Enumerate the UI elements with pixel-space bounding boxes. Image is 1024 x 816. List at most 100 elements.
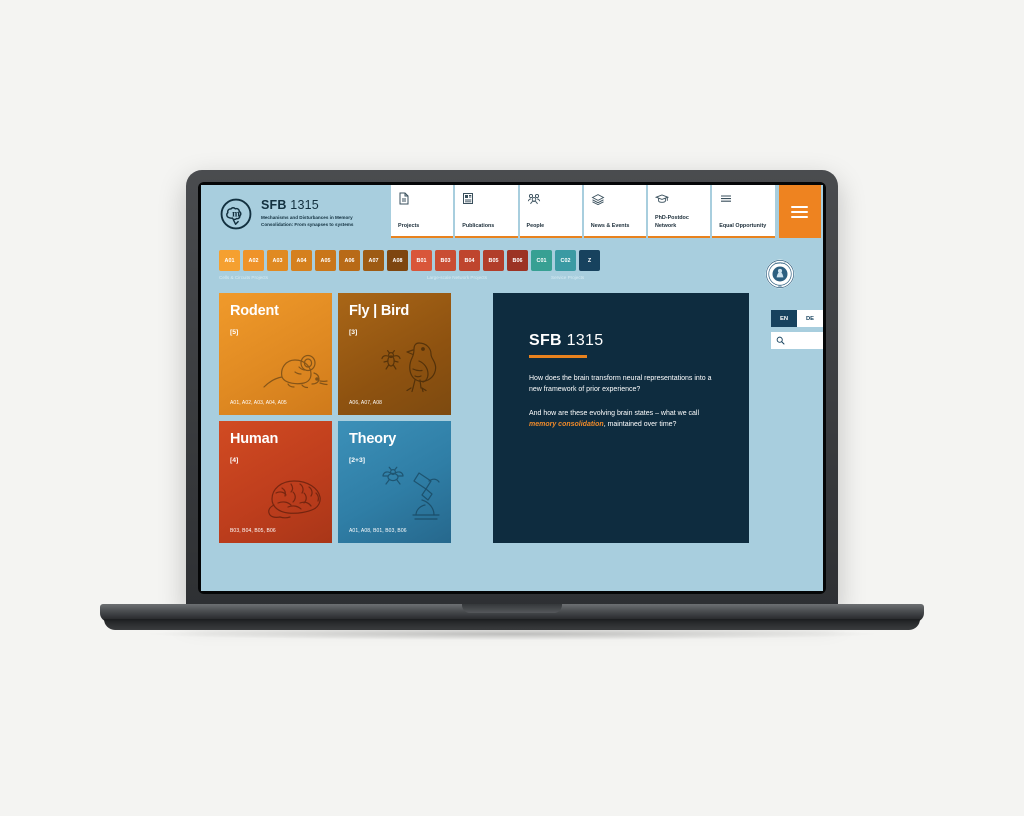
svg-text:UNIVERSITÄT: UNIVERSITÄT bbox=[774, 262, 787, 265]
list-lines-icon bbox=[719, 192, 768, 208]
svg-text:m: m bbox=[232, 210, 240, 220]
card-title: Rodent bbox=[230, 303, 279, 319]
card-flybird[interactable]: Fly | Bird [3] A06, A07, A08 bbox=[338, 293, 451, 415]
card-theory[interactable]: Theory [2+3] A01, A08, B01, B03, B06 bbox=[338, 421, 451, 543]
microscope-illustration-icon bbox=[382, 466, 440, 520]
project-tag-a07[interactable]: A07 bbox=[363, 250, 384, 271]
nav-item-projects[interactable]: Projects bbox=[391, 185, 454, 238]
book-icon bbox=[462, 192, 511, 208]
project-tag-a02[interactable]: A02 bbox=[243, 250, 264, 271]
card-title: Fly | Bird bbox=[349, 303, 410, 319]
laptop-notch bbox=[462, 604, 562, 613]
search-icon bbox=[776, 336, 785, 345]
bird-and-fly-illustration-icon bbox=[381, 342, 437, 393]
project-tag-a05[interactable]: A05 bbox=[315, 250, 336, 271]
nav-label: Projects bbox=[398, 222, 420, 229]
hero-paragraph-2: And how are these evolving brain states … bbox=[529, 408, 719, 431]
language-button-de[interactable]: DE bbox=[797, 310, 823, 327]
hero-panel: SFB 1315 How does the brain transform ne… bbox=[493, 293, 749, 543]
nav-label: PhD-Postdoc Network bbox=[655, 215, 689, 229]
card-projects: A01, A02, A03, A04, A05 bbox=[230, 400, 287, 406]
card-projects: A06, A07, A08 bbox=[349, 400, 382, 406]
card-title: Human bbox=[230, 431, 279, 447]
project-tag-b06[interactable]: B06 bbox=[507, 250, 528, 271]
project-tag-a08[interactable]: A08 bbox=[387, 250, 408, 271]
hero-title-number: 1315 bbox=[566, 332, 604, 349]
brand-subtitle: Mechanisms and Disturbances in Memory Co… bbox=[261, 214, 354, 227]
hero-paragraph-1: How does the brain transform neural repr… bbox=[529, 374, 712, 394]
mouse-illustration-icon bbox=[263, 354, 328, 389]
nav-label: People bbox=[526, 222, 545, 229]
project-tag-a04[interactable]: A04 bbox=[291, 250, 312, 271]
card-human[interactable]: Human [4] B03, B04, B05, B06 bbox=[219, 421, 332, 543]
brand-title-main: SFB bbox=[261, 198, 287, 213]
nav-item-phd-postdoc-network[interactable]: PhD-Postdoc Network bbox=[648, 185, 711, 238]
brand-logo[interactable]: m SFB 1315 Mechanisms and Disturbances i… bbox=[219, 197, 386, 231]
project-tag-c01[interactable]: C01 bbox=[531, 250, 552, 271]
laptop-bezel: m SFB 1315 Mechanisms and Disturbances i… bbox=[198, 182, 826, 594]
site-header: m SFB 1315 Mechanisms and Disturbances i… bbox=[201, 185, 823, 243]
hero-paragraph-2-after: , maintained over time? bbox=[603, 421, 677, 429]
project-tag-b01[interactable]: B01 bbox=[411, 250, 432, 271]
website-page: m SFB 1315 Mechanisms and Disturbances i… bbox=[201, 185, 823, 591]
hero-emphasis-memory-consolidation: memory consolidation bbox=[529, 421, 604, 429]
document-icon bbox=[398, 192, 447, 208]
svg-text:SEAL: SEAL bbox=[778, 285, 783, 288]
nav-item-news-events[interactable]: News & Events bbox=[583, 185, 646, 238]
utility-rail: UNIVERSITÄT SEAL EN DE bbox=[765, 251, 823, 349]
nav-label: Publications bbox=[462, 222, 495, 229]
nav-item-equal-opportunity[interactable]: Equal Opportunity bbox=[712, 185, 775, 238]
caption-service-projects: Service Projects bbox=[551, 275, 585, 280]
laptop-drop-shadow bbox=[150, 628, 874, 640]
project-tag-a03[interactable]: A03 bbox=[267, 250, 288, 271]
hero-accent-rule bbox=[529, 355, 587, 358]
card-rodent[interactable]: Rodent [5] A01, A02, A03, A04, A05 bbox=[219, 293, 332, 415]
screen-viewport: m SFB 1315 Mechanisms and Disturbances i… bbox=[201, 185, 823, 591]
language-switcher: EN DE bbox=[771, 310, 823, 327]
project-tag-a06[interactable]: A06 bbox=[339, 250, 360, 271]
hero-title-main: SFB bbox=[529, 332, 562, 349]
card-count: [4] bbox=[230, 456, 239, 464]
hamburger-icon bbox=[791, 203, 809, 221]
brand-title: SFB 1315 bbox=[261, 199, 386, 212]
nav-label: Equal Opportunity bbox=[719, 222, 767, 229]
hero-paragraph-2-before: And how are these evolving brain states … bbox=[529, 409, 700, 417]
card-count: [5] bbox=[230, 328, 239, 336]
card-title: Theory bbox=[349, 431, 397, 447]
card-count: [3] bbox=[349, 328, 358, 336]
caption-cells-circuits: Cells & Circuits Projects bbox=[219, 275, 269, 280]
main-navigation: Projects Publications People News & Even… bbox=[391, 185, 823, 238]
brand-text: SFB 1315 Mechanisms and Disturbances in … bbox=[261, 199, 386, 228]
project-tag-z[interactable]: Z bbox=[579, 250, 600, 271]
project-tag-row: A01 A02 A03 A04 A05 A06 A07 A08 B01 B03 B04 B05 B06 C… bbox=[219, 250, 823, 271]
project-tag-a01[interactable]: A01 bbox=[219, 250, 240, 271]
language-button-en[interactable]: EN bbox=[771, 310, 797, 327]
brand-title-number: 1315 bbox=[290, 198, 319, 213]
graduation-cap-icon bbox=[654, 192, 704, 208]
caption-large-scale-network: Large-scale Network Projects bbox=[427, 275, 487, 280]
hero-title: SFB 1315 bbox=[529, 333, 721, 349]
card-projects: B03, B04, B05, B06 bbox=[230, 528, 276, 534]
nav-item-people[interactable]: People bbox=[519, 185, 582, 238]
project-tag-c02[interactable]: C02 bbox=[555, 250, 576, 271]
project-tag-b05[interactable]: B05 bbox=[483, 250, 504, 271]
laptop-mockup: m SFB 1315 Mechanisms and Disturbances i… bbox=[0, 0, 1024, 816]
main-content: Rodent [5] A01, A02, A03, A04, A05 Fly |… bbox=[219, 293, 765, 543]
sfb-brain-monogram-icon: m bbox=[220, 198, 252, 230]
project-tag-b03[interactable]: B03 bbox=[435, 250, 456, 271]
search-input[interactable] bbox=[771, 332, 823, 349]
model-system-card-grid: Rodent [5] A01, A02, A03, A04, A05 Fly |… bbox=[219, 293, 469, 543]
project-tag-rail: A01 A02 A03 A04 A05 A06 A07 A08 B01 B03 B04 B05 B06 C… bbox=[201, 243, 823, 289]
laptop-lid: m SFB 1315 Mechanisms and Disturbances i… bbox=[186, 170, 838, 608]
university-seal-icon[interactable]: UNIVERSITÄT SEAL bbox=[765, 259, 795, 289]
newspaper-icon bbox=[591, 192, 640, 208]
brain-illustration-icon bbox=[268, 480, 321, 519]
hamburger-menu-button[interactable] bbox=[778, 185, 821, 238]
nav-item-publications[interactable]: Publications bbox=[455, 185, 518, 238]
card-projects: A01, A08, B01, B03, B06 bbox=[349, 528, 407, 534]
card-count: [2+3] bbox=[349, 456, 366, 464]
project-tag-captions: Cells & Circuits Projects Large-scale Ne… bbox=[219, 275, 823, 289]
people-group-icon bbox=[527, 192, 576, 208]
project-tag-b04[interactable]: B04 bbox=[459, 250, 480, 271]
nav-label: News & Events bbox=[590, 222, 630, 229]
